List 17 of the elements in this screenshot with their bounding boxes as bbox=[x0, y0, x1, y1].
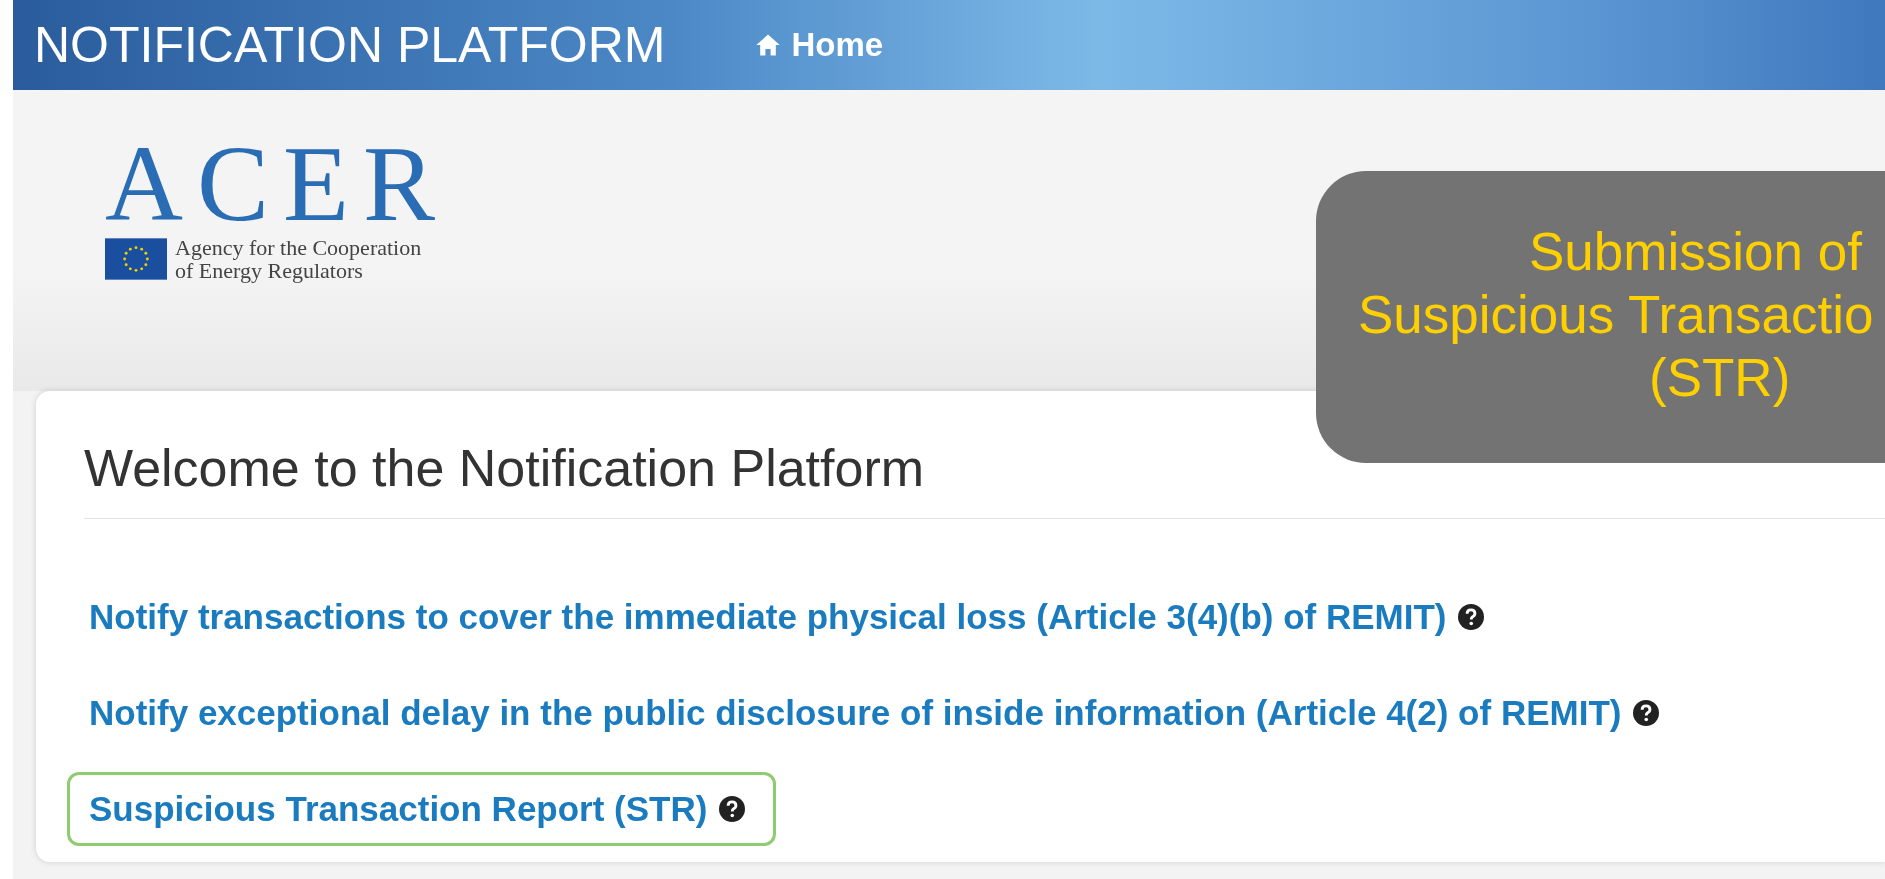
help-icon[interactable] bbox=[1458, 604, 1485, 630]
logo-wordmark: ACER bbox=[105, 136, 450, 232]
callout-text: (STR) bbox=[1649, 347, 1791, 409]
callout-text: Suspicious Transactio bbox=[1358, 284, 1874, 346]
eu-flag-icon bbox=[105, 238, 167, 280]
callout-text: Submission of bbox=[1529, 221, 1862, 283]
help-icon[interactable] bbox=[719, 796, 746, 822]
help-icon[interactable] bbox=[1633, 700, 1660, 726]
notification-link[interactable]: Notify exceptional delay in the public disclosure of inside information (Article 4(2) of REMIT) bbox=[89, 693, 1622, 733]
welcome-heading: Welcome to the Notification Platform bbox=[84, 438, 925, 498]
app-title: NOTIFICATION PLATFORM bbox=[34, 16, 666, 74]
home-link[interactable]: Home bbox=[755, 26, 884, 64]
logo-tagline: of Energy Regulators bbox=[175, 259, 363, 282]
home-icon bbox=[755, 33, 782, 57]
notification-link[interactable]: Suspicious Transaction Report (STR) bbox=[89, 789, 708, 829]
logo-tagline: Agency for the Cooperation bbox=[175, 236, 422, 259]
notification-link[interactable]: Notify transactions to cover the immediate physical loss (Article 3(4)(b) of REMIT) bbox=[89, 597, 1447, 637]
